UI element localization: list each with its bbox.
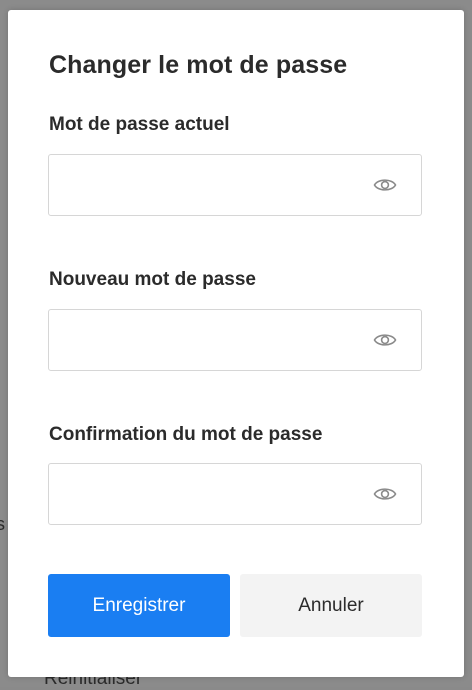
current-password-label: Mot de passe actuel xyxy=(49,114,230,135)
current-password-input[interactable] xyxy=(49,155,359,215)
confirm-password-input[interactable] xyxy=(49,464,359,524)
confirm-password-label: Confirmation du mot de passe xyxy=(49,424,323,445)
background-text-fragment: s xyxy=(0,514,5,534)
eye-icon[interactable] xyxy=(373,175,397,195)
new-password-input[interactable] xyxy=(49,310,359,370)
eye-icon[interactable] xyxy=(373,330,397,350)
change-password-dialog: Changer le mot de passe Mot de passe act… xyxy=(8,10,464,677)
save-button[interactable]: Enregistrer xyxy=(48,574,230,637)
cancel-button[interactable]: Annuler xyxy=(240,574,422,637)
new-password-label: Nouveau mot de passe xyxy=(49,269,256,290)
current-password-field xyxy=(48,154,422,216)
eye-icon[interactable] xyxy=(373,484,397,504)
dialog-title: Changer le mot de passe xyxy=(49,51,348,79)
new-password-field xyxy=(48,309,422,371)
confirm-password-field xyxy=(48,463,422,525)
